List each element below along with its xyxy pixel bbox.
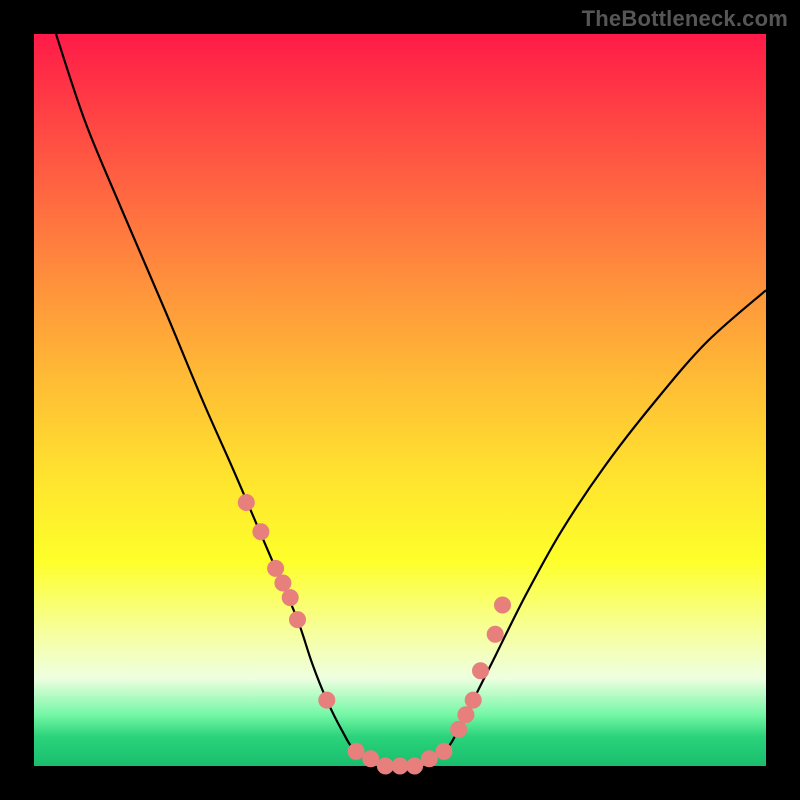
watermark-text: TheBottleneck.com — [582, 6, 788, 32]
highlight-dot — [377, 758, 393, 774]
chart-overlay — [34, 34, 766, 766]
highlight-dot — [407, 758, 423, 774]
highlight-dot — [282, 590, 298, 606]
highlight-dot — [436, 743, 452, 759]
highlight-dot — [392, 758, 408, 774]
highlight-dots-group — [238, 495, 510, 775]
highlight-dot — [290, 612, 306, 628]
highlight-dot — [458, 707, 474, 723]
curve-group — [56, 34, 766, 768]
highlight-dot — [421, 751, 437, 767]
highlight-dot — [268, 560, 284, 576]
highlight-dot — [495, 597, 511, 613]
highlight-dot — [465, 692, 481, 708]
highlight-dot — [238, 495, 254, 511]
highlight-dot — [253, 524, 269, 540]
highlight-dot — [275, 575, 291, 591]
highlight-dot — [319, 692, 335, 708]
highlight-dot — [473, 663, 489, 679]
bottleneck-curve — [56, 34, 766, 768]
highlight-dot — [363, 751, 379, 767]
highlight-dot — [348, 743, 364, 759]
highlight-dot — [487, 626, 503, 642]
highlight-dot — [451, 721, 467, 737]
